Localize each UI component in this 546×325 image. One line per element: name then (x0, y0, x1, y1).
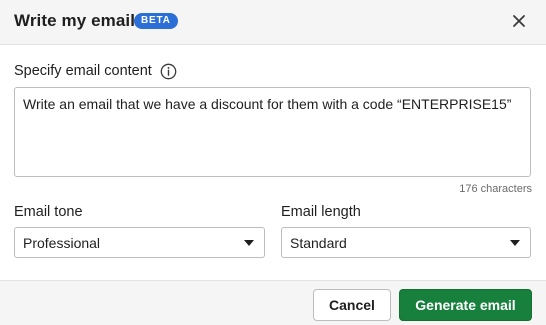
dialog-title: Write my email (14, 11, 136, 30)
beta-badge: BETA (134, 13, 178, 29)
chevron-down-icon (510, 240, 520, 246)
email-length-label: Email length (281, 204, 361, 220)
email-tone-select[interactable]: Professional (14, 227, 265, 258)
generate-email-button[interactable]: Generate email (399, 289, 532, 321)
character-count: 176 characters (459, 183, 532, 195)
email-length-value: Standard (290, 235, 347, 251)
cancel-button[interactable]: Cancel (313, 289, 391, 321)
email-content-label: Specify email content (14, 63, 152, 79)
email-content-textarea[interactable]: Write an email that we have a discount f… (14, 87, 531, 177)
dialog-footer: Cancel Generate email (0, 280, 546, 325)
chevron-down-icon (244, 240, 254, 246)
write-email-dialog: Write my email BETA Specify email conten… (0, 0, 546, 325)
email-length-select[interactable]: Standard (281, 227, 531, 258)
email-tone-label: Email tone (14, 204, 83, 220)
info-icon[interactable] (160, 63, 177, 80)
close-button[interactable] (508, 10, 530, 32)
close-icon (513, 15, 525, 27)
email-tone-value: Professional (23, 235, 101, 251)
dialog-header: Write my email BETA (0, 0, 546, 45)
